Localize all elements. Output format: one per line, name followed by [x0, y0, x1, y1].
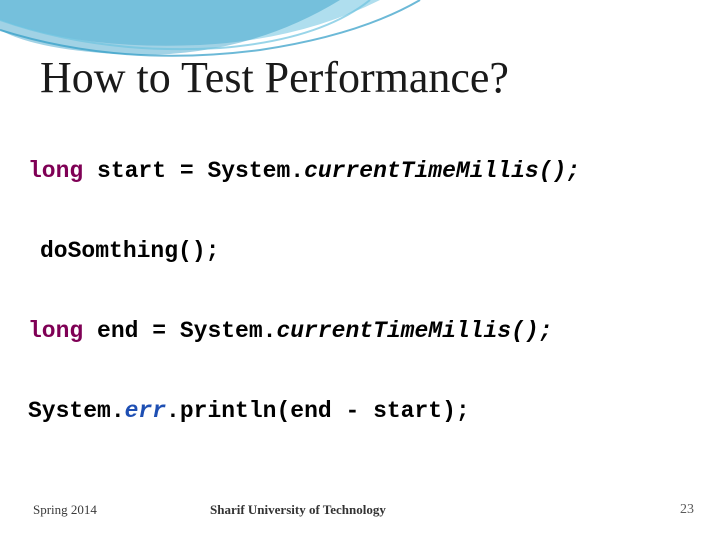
code-text: start = System.: [83, 158, 304, 184]
slide-number: 23: [680, 502, 694, 518]
slide: How to Test Performance? long start = Sy…: [0, 0, 720, 540]
code-text: doSomthing();: [40, 238, 219, 264]
keyword-long: long: [28, 158, 83, 184]
keyword-long: long: [28, 318, 83, 344]
code-line-2: doSomthing();: [40, 238, 219, 266]
code-line-3: long end = System.currentTimeMillis();: [28, 318, 553, 346]
code-text: end = System.: [83, 318, 276, 344]
footer-institution: Sharif University of Technology: [210, 502, 386, 518]
code-text: .println(end - start);: [166, 398, 470, 424]
err-stream: err: [125, 398, 166, 424]
code-text: System.: [28, 398, 125, 424]
code-line-4: System.err.println(end - start);: [28, 398, 470, 426]
method-call: currentTimeMillis();: [304, 158, 580, 184]
code-line-1: long start = System.currentTimeMillis();: [28, 158, 580, 186]
slide-title: How to Test Performance?: [40, 52, 509, 103]
footer-term: Spring 2014: [33, 502, 97, 518]
method-call: currentTimeMillis();: [276, 318, 552, 344]
